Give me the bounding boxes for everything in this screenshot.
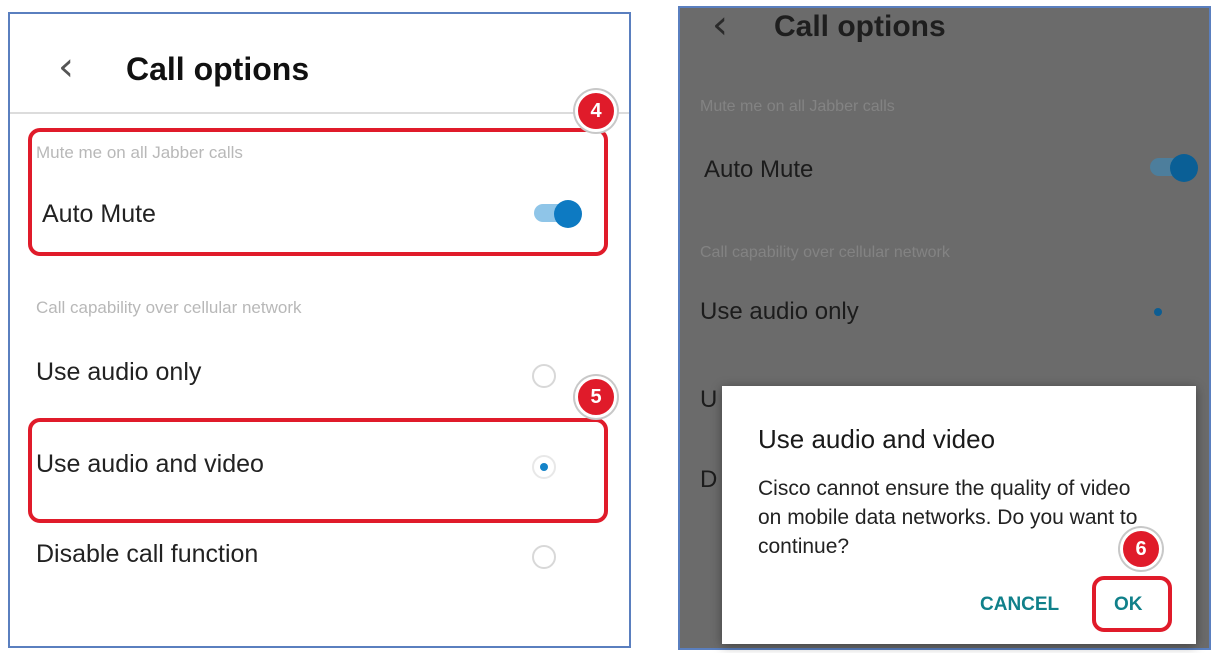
network-section-label-dimmed: Call capability over cellular network xyxy=(700,244,950,261)
option-audio-only-label-dimmed: Use audio only xyxy=(700,298,859,325)
auto-mute-toggle-dimmed xyxy=(1148,154,1200,182)
network-section-label: Call capability over cellular network xyxy=(36,298,302,317)
step-badge-5: 5 xyxy=(575,376,617,418)
auto-mute-label-dimmed: Auto Mute xyxy=(704,156,814,183)
radio-selected-dot-dimmed xyxy=(1154,308,1162,316)
step-badge-6: 6 xyxy=(1120,528,1162,570)
option-partial-u: U xyxy=(700,386,718,413)
option-audio-only-label[interactable]: Use audio only xyxy=(36,358,201,387)
cancel-button[interactable]: CANCEL xyxy=(980,594,1059,616)
radio-disable-call[interactable] xyxy=(532,545,556,569)
highlight-audio-video-box xyxy=(28,418,608,523)
page-title-dimmed: Call options xyxy=(774,10,946,43)
radio-audio-only[interactable] xyxy=(532,364,556,388)
highlight-auto-mute-box xyxy=(28,128,608,256)
dialog-message: Cisco cannot ensure the quality of video… xyxy=(758,477,1138,558)
back-arrow-icon[interactable]: ‹ xyxy=(58,44,74,90)
option-disable-call-label[interactable]: Disable call function xyxy=(36,540,258,569)
header-divider xyxy=(10,112,629,114)
page-title: Call options xyxy=(126,51,310,87)
toggle-knob xyxy=(1170,154,1198,182)
highlight-ok-box xyxy=(1092,576,1172,632)
step-badge-4: 4 xyxy=(575,90,617,132)
back-arrow-icon-dimmed: ‹ xyxy=(712,2,728,48)
mute-section-label-dimmed: Mute me on all Jabber calls xyxy=(700,98,895,115)
option-partial-d: D xyxy=(700,466,718,493)
dialog-title: Use audio and video xyxy=(758,424,996,454)
